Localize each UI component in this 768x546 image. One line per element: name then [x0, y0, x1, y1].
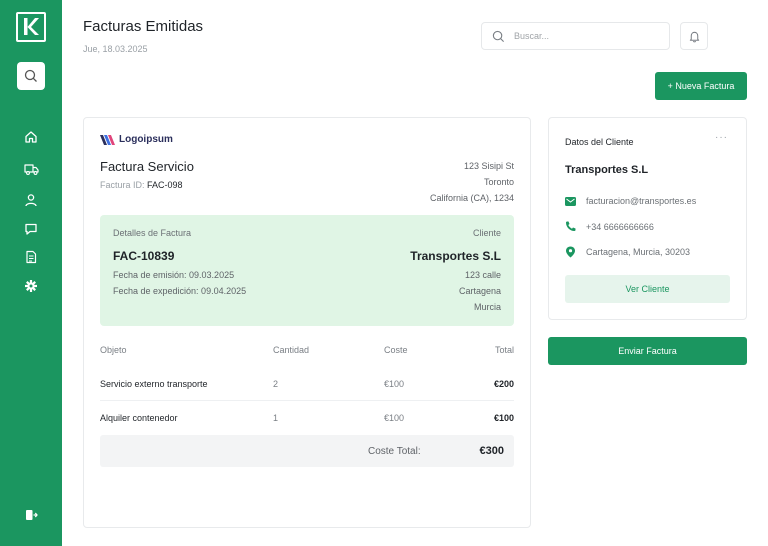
column-header-object: Objeto — [100, 345, 127, 355]
sidebar-search-button[interactable] — [17, 62, 45, 90]
search-icon — [492, 30, 505, 42]
client-phone-row: +34 6666666666 — [565, 221, 654, 232]
invoice-title: Factura Servicio — [100, 159, 194, 174]
search-bar[interactable] — [481, 22, 670, 50]
total-label: Coste Total: — [368, 446, 421, 457]
cell-quantity: 2 — [273, 379, 279, 389]
client-email: facturacion@transportes.es — [586, 196, 697, 206]
address-line: California (CA), 1234 — [429, 193, 514, 203]
sidebar-item-invoices[interactable] — [22, 248, 40, 266]
sidebar — [0, 0, 62, 546]
chat-icon — [25, 223, 37, 235]
new-invoice-button[interactable]: + Nueva Factura — [655, 72, 747, 100]
invoice-details-panel: Detalles de Factura Cliente FAC-10839 Tr… — [100, 215, 514, 326]
address-line: Toronto — [483, 177, 514, 187]
client-email-row: facturacion@transportes.es — [565, 196, 696, 206]
issue-date: Fecha de emisión: 09.03.2025 — [113, 270, 235, 280]
truck-icon — [23, 164, 39, 175]
logout-icon — [26, 510, 38, 520]
sidebar-item-home[interactable] — [22, 128, 40, 146]
invoice-icon — [26, 250, 37, 264]
more-options-icon[interactable]: ··· — [715, 132, 728, 143]
sidebar-item-users[interactable] — [22, 191, 40, 209]
cell-object: Alquiler contenedor — [100, 413, 178, 423]
brand-logo: Logoipsum — [100, 134, 173, 145]
cell-cost: €100 — [384, 379, 405, 389]
app-logo[interactable] — [16, 12, 46, 42]
sidebar-item-logout[interactable] — [22, 506, 40, 524]
cell-total: €200 — [493, 379, 514, 389]
invoice-code: FAC-10839 — [113, 249, 175, 263]
address-line: 123 Sisipi St — [463, 161, 514, 171]
client-name: Transportes S.L — [565, 164, 649, 176]
gear-icon — [25, 280, 37, 292]
notifications-button[interactable] — [680, 22, 708, 50]
phone-icon — [566, 221, 576, 231]
page-date: Jue, 18.03.2025 — [83, 44, 148, 54]
send-invoice-button[interactable]: Enviar Factura — [548, 337, 747, 365]
client-card-title: Datos del Cliente — [565, 137, 634, 147]
column-header-quantity: Cantidad — [273, 345, 310, 355]
user-icon — [25, 194, 37, 207]
cell-total: €100 — [493, 413, 514, 423]
search-icon — [24, 69, 37, 82]
k-logo-icon — [24, 18, 39, 35]
client-location-row: Cartagena, Murcia, 30203 — [565, 246, 690, 258]
location-pin-icon — [566, 246, 575, 258]
sidebar-item-messages[interactable] — [22, 220, 40, 238]
cell-object: Servicio externo transporte — [100, 379, 208, 389]
column-header-cost: Coste — [384, 345, 408, 355]
client-card: Datos del Cliente ··· Transportes S.L fa… — [548, 117, 747, 320]
total-row: Coste Total: €300 — [100, 435, 514, 467]
client-location: Cartagena, Murcia, 30203 — [586, 247, 691, 257]
client-address-line: Cartagena — [458, 286, 501, 296]
table-row: Alquiler contenedor 1 €100 €100 — [100, 401, 514, 435]
sidebar-item-settings[interactable] — [22, 277, 40, 295]
column-header-total: Total — [494, 345, 514, 355]
sidebar-item-transport[interactable] — [22, 160, 40, 178]
invoice-id-value: FAC-098 — [147, 180, 183, 190]
brand-name: Logoipsum — [119, 134, 173, 145]
home-icon — [25, 131, 37, 143]
cell-quantity: 1 — [273, 413, 279, 423]
invoice-id: Factura ID: FAC-098 — [100, 180, 183, 190]
client-phone: +34 6666666666 — [586, 221, 654, 232]
view-client-button[interactable]: Ver Cliente — [565, 275, 730, 303]
table-row: Servicio externo transporte 2 €100 €200 — [100, 367, 514, 401]
cell-cost: €100 — [384, 413, 405, 423]
page-title: Facturas Emitidas — [83, 18, 204, 35]
bell-icon — [689, 31, 699, 42]
invoice-id-label: Factura ID: — [100, 180, 145, 190]
client-address-line: 123 calle — [464, 270, 501, 280]
company-address: 123 Sisipi St Toronto California (CA), 1… — [430, 158, 514, 206]
client-address-line: Murcia — [473, 302, 501, 312]
logoipsum-icon — [100, 134, 115, 145]
mail-icon — [565, 196, 576, 206]
invoice-card: Logoipsum Factura Servicio Factura ID: F… — [83, 117, 531, 528]
details-label: Detalles de Factura — [113, 228, 192, 238]
client-label: Cliente — [472, 228, 501, 238]
expedition-date: Fecha de expedición: 09.04.2025 — [113, 286, 247, 296]
details-client-name: Transportes S.L — [410, 249, 501, 263]
search-input[interactable] — [514, 31, 654, 41]
total-value: €300 — [479, 445, 504, 457]
